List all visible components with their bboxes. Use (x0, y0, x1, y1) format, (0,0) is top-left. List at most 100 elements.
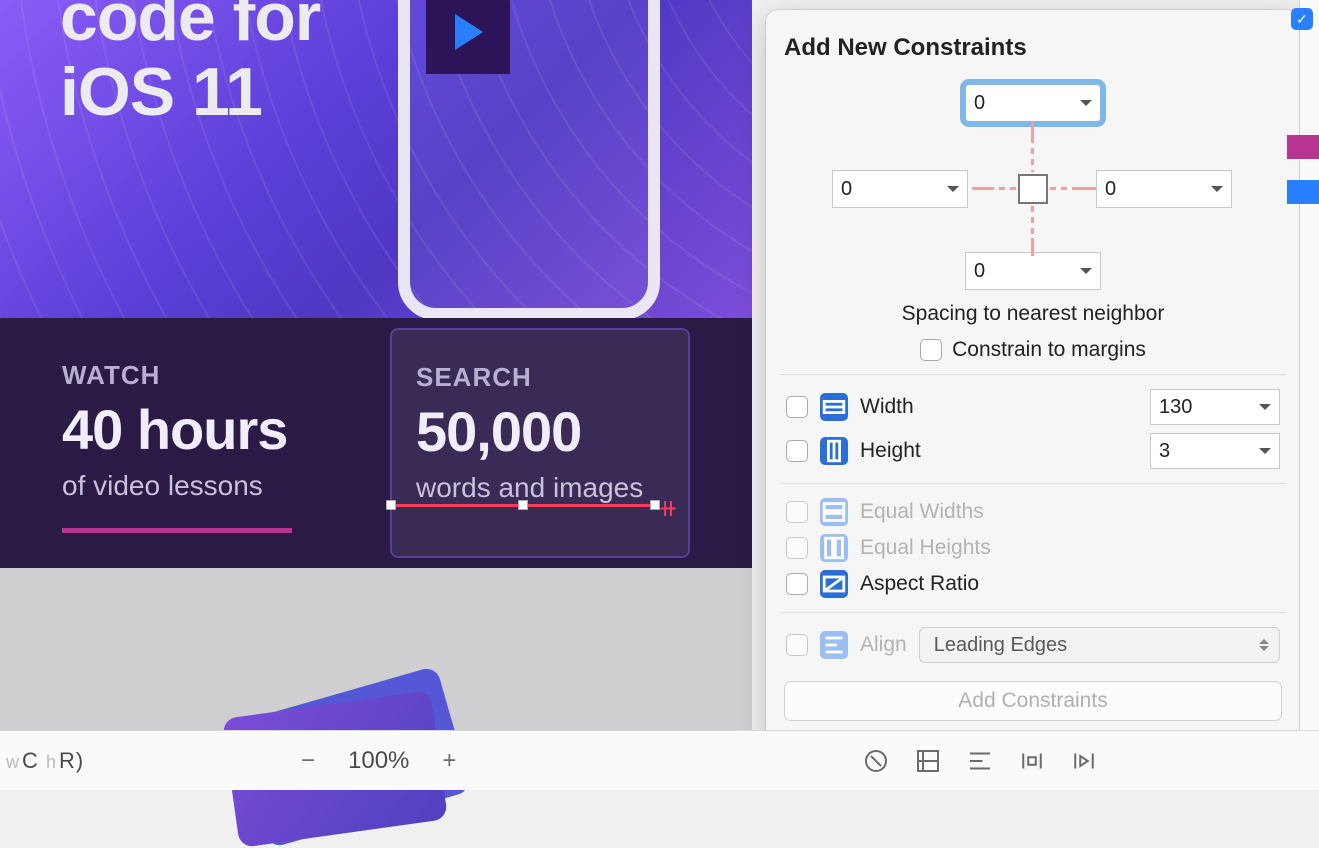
inspector-checkbox[interactable]: ✓ (1291, 8, 1313, 30)
height-icon (820, 437, 848, 465)
align-label: Align (860, 633, 907, 657)
ibeam-icon (1031, 238, 1034, 256)
align-tool-icon[interactable] (965, 746, 995, 776)
chevron-down-icon (1080, 268, 1092, 274)
stat-search-sub: words and images (416, 472, 664, 504)
resize-handle-left[interactable] (386, 500, 396, 510)
height-value: 3 (1159, 440, 1170, 463)
stat-watch-underline (62, 528, 292, 533)
equal-widths-icon (820, 498, 848, 526)
zoom-out-button[interactable]: − (294, 747, 322, 775)
spacing-label: Spacing to nearest neighbor (784, 302, 1282, 326)
align-value: Leading Edges (934, 634, 1067, 657)
stat-watch-value: 40 hours (62, 397, 390, 462)
add-constraints-button[interactable]: Add Constraints (784, 681, 1282, 721)
interface-builder-canvas[interactable]: code for iOS 11 WATCH 40 hours of video … (0, 0, 752, 730)
inspector-sliver (1299, 0, 1319, 730)
play-button[interactable] (426, 0, 510, 74)
update-frames-icon[interactable] (861, 746, 891, 776)
width-field[interactable]: 130 (1150, 389, 1280, 425)
divider (780, 483, 1286, 484)
add-constraints-popover: Add New Constraints 0 0 0 0 Spacing to n… (766, 10, 1300, 747)
constraint-guide-icon: ⧺ (658, 494, 678, 523)
chevron-down-icon (1259, 448, 1271, 454)
hc-prefix: h (46, 752, 57, 772)
layout-tool-icons (861, 746, 1099, 776)
hero-line2: iOS 11 (60, 54, 262, 130)
hero-line1: code for (60, 0, 320, 55)
stats-bar: WATCH 40 hours of video lessons SEARCH 5… (0, 318, 752, 568)
embed-in-icon[interactable] (913, 746, 943, 776)
align-checkbox (786, 634, 808, 656)
height-field[interactable]: 3 (1150, 433, 1280, 469)
chevron-down-icon (947, 186, 959, 192)
zoom-level[interactable]: 100% (348, 747, 409, 775)
stat-watch: WATCH 40 hours of video lessons (0, 318, 390, 568)
equal-widths-label: Equal Widths (860, 500, 1280, 524)
divider (780, 374, 1286, 375)
divider (780, 612, 1286, 613)
equal-heights-row: Equal Heights (784, 530, 1282, 566)
equal-widths-checkbox (786, 501, 808, 523)
chevron-down-icon (1211, 186, 1223, 192)
pin-diagram: 0 0 0 0 (784, 80, 1282, 290)
equal-widths-row: Equal Widths (784, 494, 1282, 530)
align-select: Leading Edges (919, 627, 1280, 663)
left-spacing-value: 0 (841, 178, 852, 201)
pin-tool-icon[interactable] (1017, 746, 1047, 776)
zoom-controls: − 100% + (294, 747, 463, 775)
add-constraints-button-label: Add Constraints (958, 689, 1107, 712)
constrain-margins-checkbox[interactable] (920, 339, 942, 361)
equal-heights-icon (820, 534, 848, 562)
inspector-color-swatch[interactable] (1287, 135, 1319, 159)
inspector-color-swatch[interactable] (1287, 180, 1319, 204)
ibeam-icon (972, 187, 990, 190)
ibeam-icon (1031, 122, 1034, 140)
popover-title: Add New Constraints (784, 34, 1282, 62)
right-spacing-value: 0 (1105, 178, 1116, 201)
size-class-indicator[interactable]: wC hR) (0, 748, 84, 774)
stat-search-value: 50,000 (416, 399, 664, 464)
stat-search-title: SEARCH (416, 362, 664, 393)
width-icon (820, 393, 848, 421)
stepper-icon (1259, 639, 1269, 651)
aspect-ratio-label: Aspect Ratio (860, 572, 1280, 596)
play-icon (451, 12, 485, 52)
equal-heights-checkbox (786, 537, 808, 559)
canvas-bottom-bar: wC hR) − 100% + (0, 730, 1319, 790)
pin-center-square (1018, 174, 1048, 204)
stat-watch-title: WATCH (62, 360, 390, 391)
right-spacing-field[interactable]: 0 (1096, 170, 1232, 208)
height-label: Height (860, 439, 1138, 463)
width-checkbox[interactable] (786, 396, 808, 418)
width-value: 130 (1159, 396, 1192, 419)
aspect-ratio-checkbox[interactable] (786, 573, 808, 595)
height-row: Height 3 (784, 429, 1282, 473)
zoom-in-button[interactable]: + (435, 747, 463, 775)
constrain-margins-row[interactable]: Constrain to margins (784, 338, 1282, 362)
top-spacing-field[interactable]: 0 (965, 84, 1101, 122)
ibeam-icon (1078, 187, 1096, 190)
stat-watch-sub: of video lessons (62, 470, 390, 502)
equal-heights-label: Equal Heights (860, 536, 1280, 560)
wc-prefix: w (6, 752, 20, 772)
chevron-down-icon (1080, 100, 1092, 106)
width-label: Width (860, 395, 1138, 419)
hc-R: R) (59, 748, 84, 773)
hero-section: code for iOS 11 (0, 0, 752, 318)
align-icon (820, 631, 848, 659)
align-row: Align Leading Edges (784, 623, 1282, 667)
width-row: Width 130 (784, 385, 1282, 429)
bottom-spacing-field[interactable]: 0 (965, 252, 1101, 290)
minus-icon: − (301, 747, 315, 775)
top-spacing-value: 0 (974, 92, 985, 115)
constrain-margins-label: Constrain to margins (952, 338, 1146, 362)
resize-handle-mid[interactable] (518, 500, 528, 510)
left-spacing-field[interactable]: 0 (832, 170, 968, 208)
wc-C: C (22, 748, 39, 773)
stat-search[interactable]: SEARCH 50,000 words and images (390, 328, 690, 558)
plus-icon: + (442, 747, 456, 775)
resolve-issues-icon[interactable] (1069, 746, 1099, 776)
chevron-down-icon (1259, 404, 1271, 410)
height-checkbox[interactable] (786, 440, 808, 462)
